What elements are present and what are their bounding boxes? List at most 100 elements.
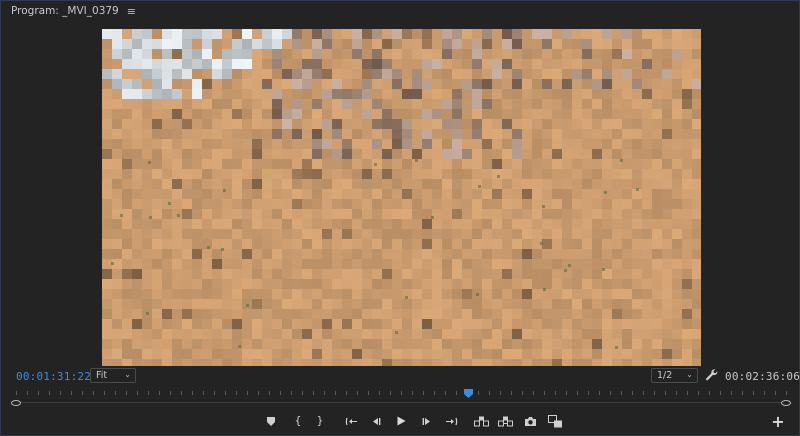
export-frame-button[interactable]: [523, 411, 538, 431]
frame-pixel-block: [192, 109, 202, 119]
frame-pixel-block: [532, 289, 542, 299]
frame-pixel-block: [242, 99, 252, 109]
frame-pixel-block: [532, 179, 542, 189]
ruler-tick: [544, 391, 545, 395]
video-viewer[interactable]: [102, 29, 701, 366]
play-icon: [397, 416, 405, 426]
frame-pixel-block: [682, 59, 692, 69]
frame-pixel-block: [552, 229, 562, 239]
frame-pixel-block: [122, 89, 132, 99]
playback-resolution-select[interactable]: 1/2 ⌄: [651, 368, 698, 383]
button-editor-button[interactable]: +: [771, 412, 785, 431]
zoom-level-select[interactable]: Fit ⌄: [90, 368, 136, 383]
frame-pixel-block: [122, 159, 132, 169]
frame-pixel-block: [252, 309, 262, 319]
frame-pixel-block: [562, 329, 572, 339]
frame-pixel-block: [522, 59, 532, 69]
frame-pixel-block: [232, 289, 242, 299]
frame-pixel-block: [202, 289, 212, 299]
zoom-handle-right[interactable]: [781, 400, 791, 406]
frame-pixel-block: [302, 259, 312, 269]
frame-pixel-block: [292, 359, 302, 366]
frame-pixel-block: [192, 119, 202, 129]
frame-pixel-block: [512, 259, 522, 269]
frame-pixel-block: [572, 349, 582, 359]
frame-pixel-block: [202, 199, 212, 209]
frame-pixel-block: [172, 39, 182, 49]
frame-pixel-block: [112, 359, 122, 366]
frame-pixel-block: [632, 169, 642, 179]
frame-pixel-block: [312, 359, 322, 366]
frame-pixel-block: [442, 29, 452, 39]
hamburger-menu-icon[interactable]: ≡: [127, 5, 136, 18]
frame-pixel-block: [442, 309, 452, 319]
frame-pixel-block: [282, 89, 292, 99]
go-to-in-button[interactable]: [344, 411, 358, 431]
frame-pixel-block: [242, 49, 252, 59]
current-timecode[interactable]: 00:01:31:22: [16, 370, 91, 383]
extract-button[interactable]: [497, 411, 513, 431]
frame-pixel-block: [342, 119, 352, 129]
frame-pixel-block: [142, 89, 152, 99]
frame-pixel-block: [392, 79, 402, 89]
frame-pixel-block: [302, 269, 312, 279]
frame-pixel-block: [212, 219, 222, 229]
add-marker-button[interactable]: [265, 411, 277, 431]
frame-pixel-block: [122, 279, 132, 289]
frame-pixel-block: [182, 39, 192, 49]
frame-pixel-block: [142, 69, 152, 79]
frame-pixel-block: [622, 269, 632, 279]
frame-pixel-block: [142, 359, 152, 366]
frame-pixel-block: [452, 229, 462, 239]
playhead[interactable]: [464, 389, 474, 398]
step-back-button[interactable]: [370, 411, 382, 431]
frame-pixel-block: [232, 269, 242, 279]
zoom-scroll-track[interactable]: [16, 402, 786, 403]
go-to-out-button[interactable]: [444, 411, 458, 431]
frame-pixel-block: [432, 329, 442, 339]
frame-pixel-block: [502, 29, 512, 39]
frame-pixel-block: [352, 39, 362, 49]
frame-pixel-block: [332, 289, 342, 299]
frame-pixel-block: [662, 279, 672, 289]
ruler-tick: [115, 391, 116, 395]
frame-pixel-block: [472, 299, 482, 309]
frame-pixel-block: [612, 219, 622, 229]
frame-pixel-block: [482, 149, 492, 159]
frame-pixel-block: [522, 299, 532, 309]
frame-pixel-block: [682, 159, 692, 169]
frame-pixel-block: [662, 149, 672, 159]
frame-pixel-block: [592, 249, 602, 259]
wrench-icon[interactable]: [705, 368, 719, 382]
play-button[interactable]: [395, 411, 407, 431]
frame-pixel-block: [442, 279, 452, 289]
frame-pixel-block: [692, 299, 701, 309]
time-ruler[interactable]: [16, 391, 787, 399]
frame-pixel-block: [682, 329, 692, 339]
frame-pixel-block: [182, 99, 192, 109]
frame-pixel-block: [652, 299, 662, 309]
frame-pixel-block: [442, 69, 452, 79]
frame-pixel-block: [472, 219, 482, 229]
mark-in-button[interactable]: {: [293, 411, 303, 431]
frame-pixel-block: [622, 149, 632, 159]
frame-pixel-block: [252, 179, 262, 189]
frame-pixel-block: [602, 329, 612, 339]
frame-pixel-block: [562, 279, 572, 289]
ruler-tick: [60, 391, 61, 395]
comparison-view-button[interactable]: [547, 411, 563, 431]
step-forward-button[interactable]: [420, 411, 432, 431]
frame-pixel-block: [342, 229, 352, 239]
frame-pixel-block: [522, 319, 532, 329]
frame-pixel-block: [142, 79, 152, 89]
ruler-tick: [390, 391, 391, 395]
panel-title[interactable]: Program: _MVI_0379: [11, 5, 119, 17]
frame-pixel-block: [602, 349, 612, 359]
zoom-handle-left[interactable]: [11, 400, 21, 406]
mark-out-button[interactable]: }: [315, 411, 325, 431]
frame-pixel-block: [632, 229, 642, 239]
frame-pixel-block: [682, 229, 692, 239]
lift-button[interactable]: [473, 411, 489, 431]
frame-pixel-block: [412, 279, 422, 289]
frame-pixel-block: [522, 359, 532, 366]
